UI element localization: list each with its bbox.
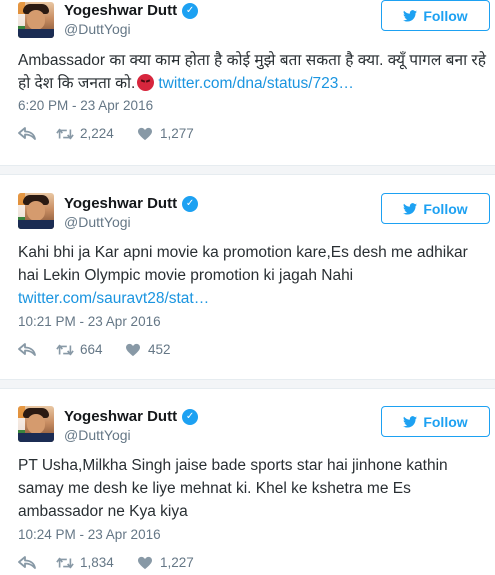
verified-badge-icon: ✓ [182, 2, 199, 19]
follow-button[interactable]: Follow [381, 406, 490, 437]
follow-label: Follow [423, 7, 468, 24]
follow-label: Follow [423, 200, 468, 217]
avatar[interactable] [18, 406, 54, 442]
like-count: 1,277 [160, 126, 194, 141]
reply-icon [18, 126, 36, 140]
timestamp[interactable]: 6:20 PM - 23 Apr 2016 [18, 98, 153, 113]
like-count: 1,227 [160, 555, 194, 570]
author-name[interactable]: Yogeshwar Dutt ✓ [64, 408, 199, 425]
retweet-button[interactable]: 664 [56, 342, 124, 357]
twitter-bird-icon [403, 202, 418, 215]
tweet-link[interactable]: twitter.com/dna/status/723… [158, 75, 354, 92]
tweet-text: Ambassador का क्या काम होता है कोई मुझे … [18, 49, 488, 95]
avatar[interactable] [18, 193, 54, 229]
reply-button[interactable] [18, 342, 56, 357]
author-handle[interactable]: @DuttYogi [64, 427, 131, 443]
tweet-actions: 664 452 [18, 342, 171, 357]
like-count: 452 [148, 342, 171, 357]
reply-button[interactable] [18, 126, 56, 141]
follow-label: Follow [423, 413, 468, 430]
verified-badge-icon: ✓ [182, 195, 199, 212]
tweet-actions: 1,834 1,227 [18, 555, 194, 570]
like-button[interactable]: 1,227 [136, 555, 194, 570]
retweet-icon [56, 344, 74, 355]
author-handle[interactable]: @DuttYogi [64, 21, 131, 37]
reply-icon [18, 342, 36, 356]
author-name-text[interactable]: Yogeshwar Dutt [64, 195, 177, 212]
heart-icon [138, 127, 152, 140]
retweet-count: 2,224 [80, 126, 114, 141]
tweet-1: Yogeshwar Dutt ✓ @DuttYogi Follow Ambass… [0, 0, 495, 170]
tweet-2: Yogeshwar Dutt ✓ @DuttYogi Follow Kahi b… [0, 193, 495, 363]
reply-icon [18, 555, 36, 569]
author-name[interactable]: Yogeshwar Dutt ✓ [64, 2, 199, 19]
timestamp[interactable]: 10:24 PM - 23 Apr 2016 [18, 527, 161, 542]
angry-face-emoji [137, 74, 155, 91]
tweet-text: Kahi bhi ja Kar apni movie ka promotion … [18, 241, 488, 310]
timestamp[interactable]: 10:21 PM - 23 Apr 2016 [18, 314, 161, 329]
verified-badge-icon: ✓ [182, 408, 199, 425]
author-name[interactable]: Yogeshwar Dutt ✓ [64, 195, 199, 212]
author-handle[interactable]: @DuttYogi [64, 214, 131, 230]
retweet-count: 664 [80, 342, 103, 357]
tweet-separator [0, 379, 495, 389]
retweet-icon [56, 557, 74, 568]
tweet-separator [0, 165, 495, 175]
follow-button[interactable]: Follow [381, 0, 490, 31]
tweet-text: PT Usha,Milkha Singh jaise bade sports s… [18, 454, 488, 523]
retweet-button[interactable]: 2,224 [56, 126, 136, 141]
heart-icon [138, 556, 152, 569]
author-name-text[interactable]: Yogeshwar Dutt [64, 2, 177, 19]
like-button[interactable]: 452 [124, 342, 171, 357]
retweet-icon [56, 128, 74, 139]
author-name-text[interactable]: Yogeshwar Dutt [64, 408, 177, 425]
tweet-actions: 2,224 1,277 [18, 126, 194, 141]
follow-button[interactable]: Follow [381, 193, 490, 224]
twitter-bird-icon [403, 9, 418, 22]
reply-button[interactable] [18, 555, 56, 570]
tweet-body: PT Usha,Milkha Singh jaise bade sports s… [18, 457, 448, 520]
tweet-body: Kahi bhi ja Kar apni movie ka promotion … [18, 244, 468, 284]
like-button[interactable]: 1,277 [136, 126, 194, 141]
retweet-button[interactable]: 1,834 [56, 555, 136, 570]
heart-icon [126, 343, 140, 356]
twitter-bird-icon [403, 415, 418, 428]
avatar[interactable] [18, 2, 54, 38]
tweet-3: Yogeshwar Dutt ✓ @DuttYogi Follow PT Ush… [0, 406, 495, 575]
tweet-link[interactable]: twitter.com/sauravt28/stat… [18, 290, 209, 307]
retweet-count: 1,834 [80, 555, 114, 570]
